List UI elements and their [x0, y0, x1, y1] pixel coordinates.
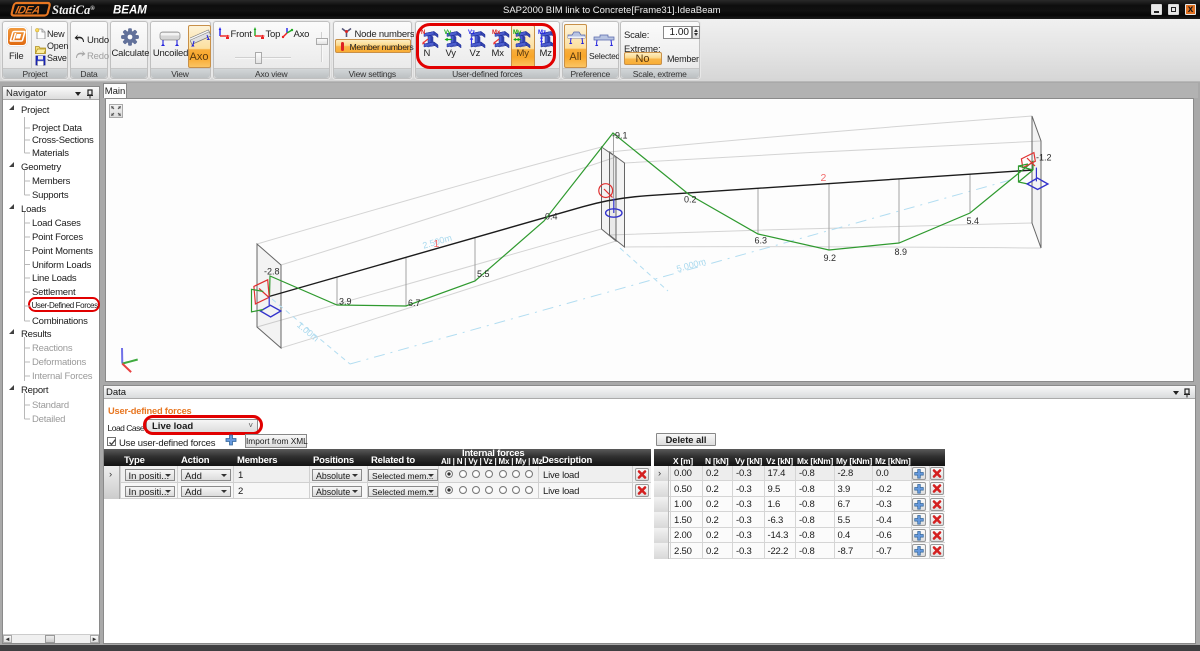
svg-text:0.2: 0.2: [684, 195, 697, 205]
svg-text:3.9: 3.9: [339, 297, 352, 307]
svg-text:IDEA: IDEA: [14, 5, 42, 17]
svg-text:0.4: 0.4: [545, 212, 558, 222]
svg-text:BEAM: BEAM: [113, 5, 147, 17]
svg-text:-2.8: -2.8: [264, 267, 280, 277]
svg-text:-9.1: -9.1: [612, 131, 628, 141]
svg-text:-1.2: -1.2: [1036, 153, 1052, 163]
svg-text:2: 2: [821, 172, 827, 184]
svg-text:5.5: 5.5: [477, 269, 490, 279]
svg-text:9.2: 9.2: [824, 253, 837, 263]
svg-text:5.000m: 5.000m: [675, 256, 707, 274]
svg-text:8.9: 8.9: [895, 247, 908, 257]
svg-text:1: 1: [434, 238, 440, 250]
svg-text:6.3: 6.3: [755, 236, 768, 246]
svg-text:6.7: 6.7: [408, 298, 421, 308]
svg-text:StatiCa®: StatiCa®: [52, 3, 95, 17]
svg-text:5.4: 5.4: [967, 216, 980, 226]
